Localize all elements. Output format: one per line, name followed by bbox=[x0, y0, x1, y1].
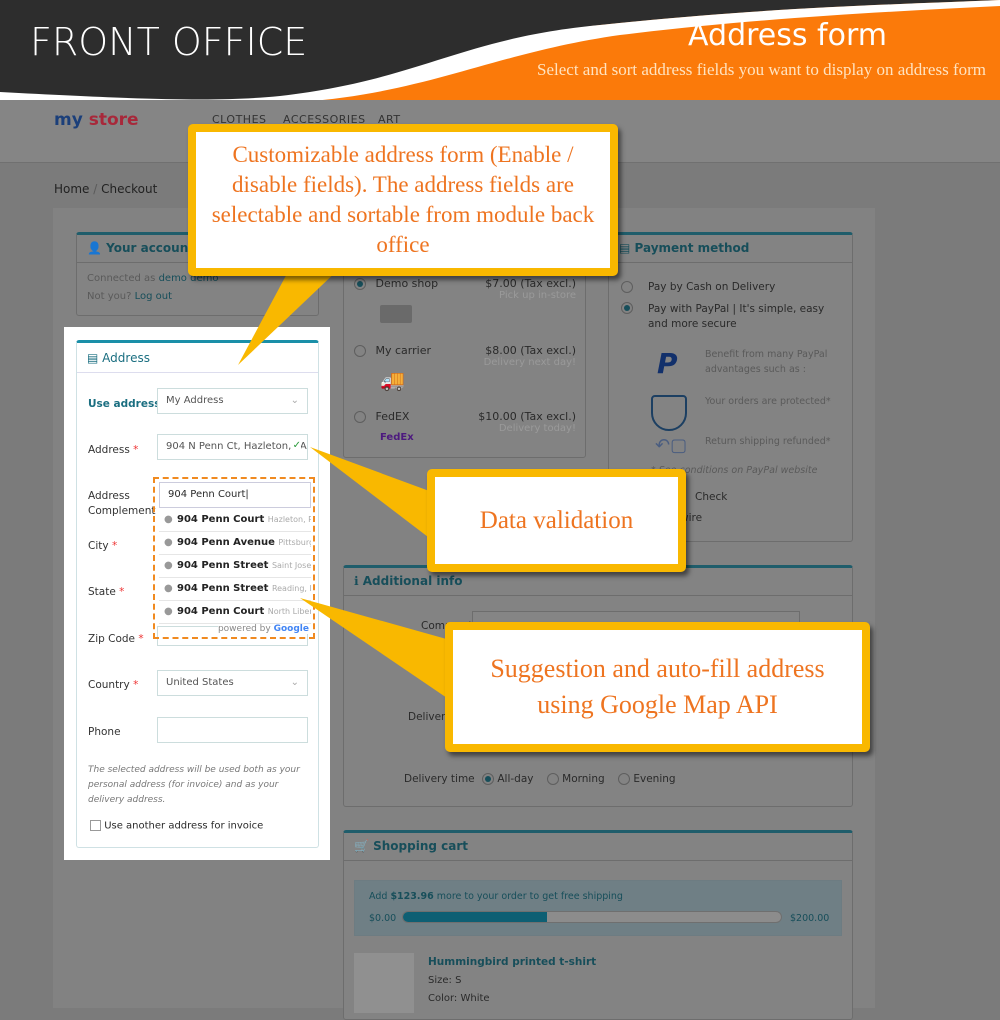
callout-customizable: Customizable address form (Enable / disa… bbox=[188, 124, 618, 276]
pointer-customizable bbox=[238, 268, 340, 365]
pointer-suggestion bbox=[300, 598, 450, 700]
callout-validation: Data validation bbox=[427, 469, 686, 572]
pointer-validation bbox=[310, 447, 432, 540]
callout-suggestion: Suggestion and auto-fill address using G… bbox=[445, 622, 870, 752]
